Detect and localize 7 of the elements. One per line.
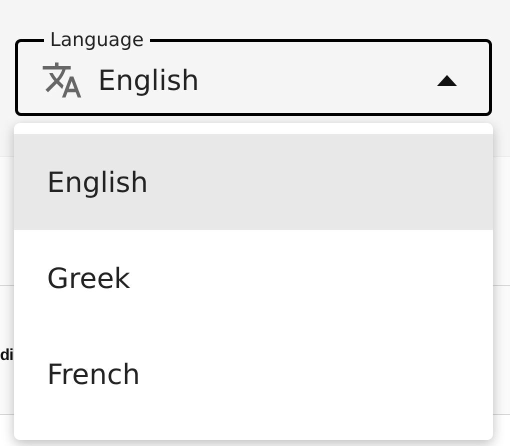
row-label: di [0,347,14,365]
menu-option[interactable]: Greek [14,230,493,326]
select-label: Language [49,28,145,52]
select-value: English [98,64,200,96]
caret-up-icon [437,74,457,86]
menu-option[interactable]: French [14,326,493,422]
menu-option[interactable]: English [14,134,493,230]
